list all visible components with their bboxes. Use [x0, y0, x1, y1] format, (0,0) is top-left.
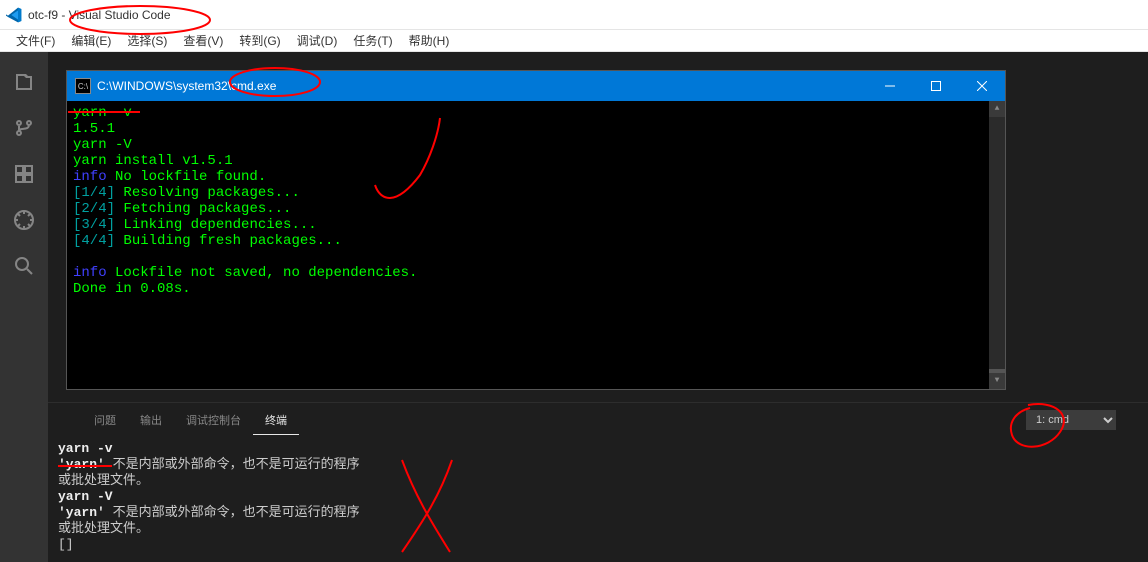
cmd-icon: C:\ — [75, 78, 91, 94]
cmd-line: 1.5.1 — [73, 121, 999, 137]
menu-debug[interactable]: 调试(D) — [289, 30, 346, 51]
panel: 问题 输出 调试控制台 终端 1: cmd yarn -v 'yarn' 不是内… — [48, 402, 1148, 562]
terminal-select[interactable]: 1: cmd — [1026, 410, 1116, 430]
tab-problems[interactable]: 问题 — [82, 406, 128, 434]
tab-terminal[interactable]: 终端 — [253, 406, 299, 435]
editor-area: C:\ C:\WINDOWS\system32\cmd.exe yarn -v — [0, 52, 1148, 562]
terminal-line: [] — [58, 537, 1138, 553]
menu-tasks[interactable]: 任务(T) — [345, 30, 400, 51]
window-title: otc-f9 - Visual Studio Code — [28, 8, 171, 22]
cmd-line: Done in 0.08s. — [73, 281, 999, 297]
source-control-icon[interactable] — [0, 108, 48, 148]
close-button[interactable] — [959, 71, 1005, 101]
menu-file[interactable]: 文件(F) — [8, 30, 63, 51]
scroll-down-icon[interactable]: ▼ — [989, 373, 1005, 389]
cmd-line: yarn install v1.5.1 — [73, 153, 999, 169]
cmd-line: [2/4] Fetching packages... — [73, 201, 999, 217]
panel-tabs: 问题 输出 调试控制台 终端 1: cmd — [48, 403, 1148, 437]
terminal-body[interactable]: yarn -v 'yarn' 不是内部或外部命令，也不是可运行的程序 或批处理文… — [48, 437, 1148, 557]
cmd-window-controls — [867, 71, 1005, 101]
menu-edit[interactable]: 编辑(E) — [63, 30, 119, 51]
terminal-line: yarn -V — [58, 489, 1138, 505]
vscode-icon — [6, 7, 22, 23]
menubar: 文件(F) 编辑(E) 选择(S) 查看(V) 转到(G) 调试(D) 任务(T… — [0, 30, 1148, 52]
tab-output[interactable]: 输出 — [128, 406, 174, 434]
menu-goto[interactable]: 转到(G) — [231, 30, 288, 51]
search-icon[interactable] — [0, 246, 48, 286]
cmd-line: [4/4] Building fresh packages... — [73, 233, 999, 249]
cmd-scrollbar[interactable]: ▲ ▼ — [989, 101, 1005, 389]
cmd-line: yarn -v — [73, 105, 999, 121]
cmd-body[interactable]: yarn -v 1.5.1 yarn -V yarn install v1.5.… — [67, 101, 1005, 389]
tab-debug-console[interactable]: 调试控制台 — [174, 406, 253, 434]
window-titlebar: otc-f9 - Visual Studio Code — [0, 0, 1148, 30]
cmd-line: info Lockfile not saved, no dependencies… — [73, 265, 999, 281]
cmd-line: info No lockfile found. — [73, 169, 999, 185]
menu-help[interactable]: 帮助(H) — [401, 30, 458, 51]
terminal-line: 或批处理文件。 — [58, 521, 1138, 537]
cmd-window[interactable]: C:\ C:\WINDOWS\system32\cmd.exe yarn -v — [66, 70, 1006, 390]
minimize-button[interactable] — [867, 71, 913, 101]
explorer-icon[interactable] — [0, 62, 48, 102]
main-content: C:\ C:\WINDOWS\system32\cmd.exe yarn -v — [48, 52, 1148, 562]
terminal-line: yarn -v — [58, 441, 1138, 457]
terminal-line: 'yarn' 不是内部或外部命令，也不是可运行的程序 — [58, 505, 1138, 521]
cmd-titlebar[interactable]: C:\ C:\WINDOWS\system32\cmd.exe — [67, 71, 1005, 101]
cmd-line: [3/4] Linking dependencies... — [73, 217, 999, 233]
menu-selection[interactable]: 选择(S) — [119, 30, 175, 51]
maximize-button[interactable] — [913, 71, 959, 101]
debug-icon[interactable] — [0, 200, 48, 240]
scroll-up-icon[interactable]: ▲ — [989, 101, 1005, 117]
cmd-line: yarn -V — [73, 137, 999, 153]
menu-view[interactable]: 查看(V) — [175, 30, 231, 51]
extensions-icon[interactable] — [0, 154, 48, 194]
terminal-line: 或批处理文件。 — [58, 473, 1138, 489]
terminal-line: 'yarn' 不是内部或外部命令，也不是可运行的程序 — [58, 457, 1138, 473]
cmd-line: [1/4] Resolving packages... — [73, 185, 999, 201]
cmd-line — [73, 249, 999, 265]
cmd-title: C:\WINDOWS\system32\cmd.exe — [97, 79, 867, 93]
activitybar — [0, 52, 48, 562]
